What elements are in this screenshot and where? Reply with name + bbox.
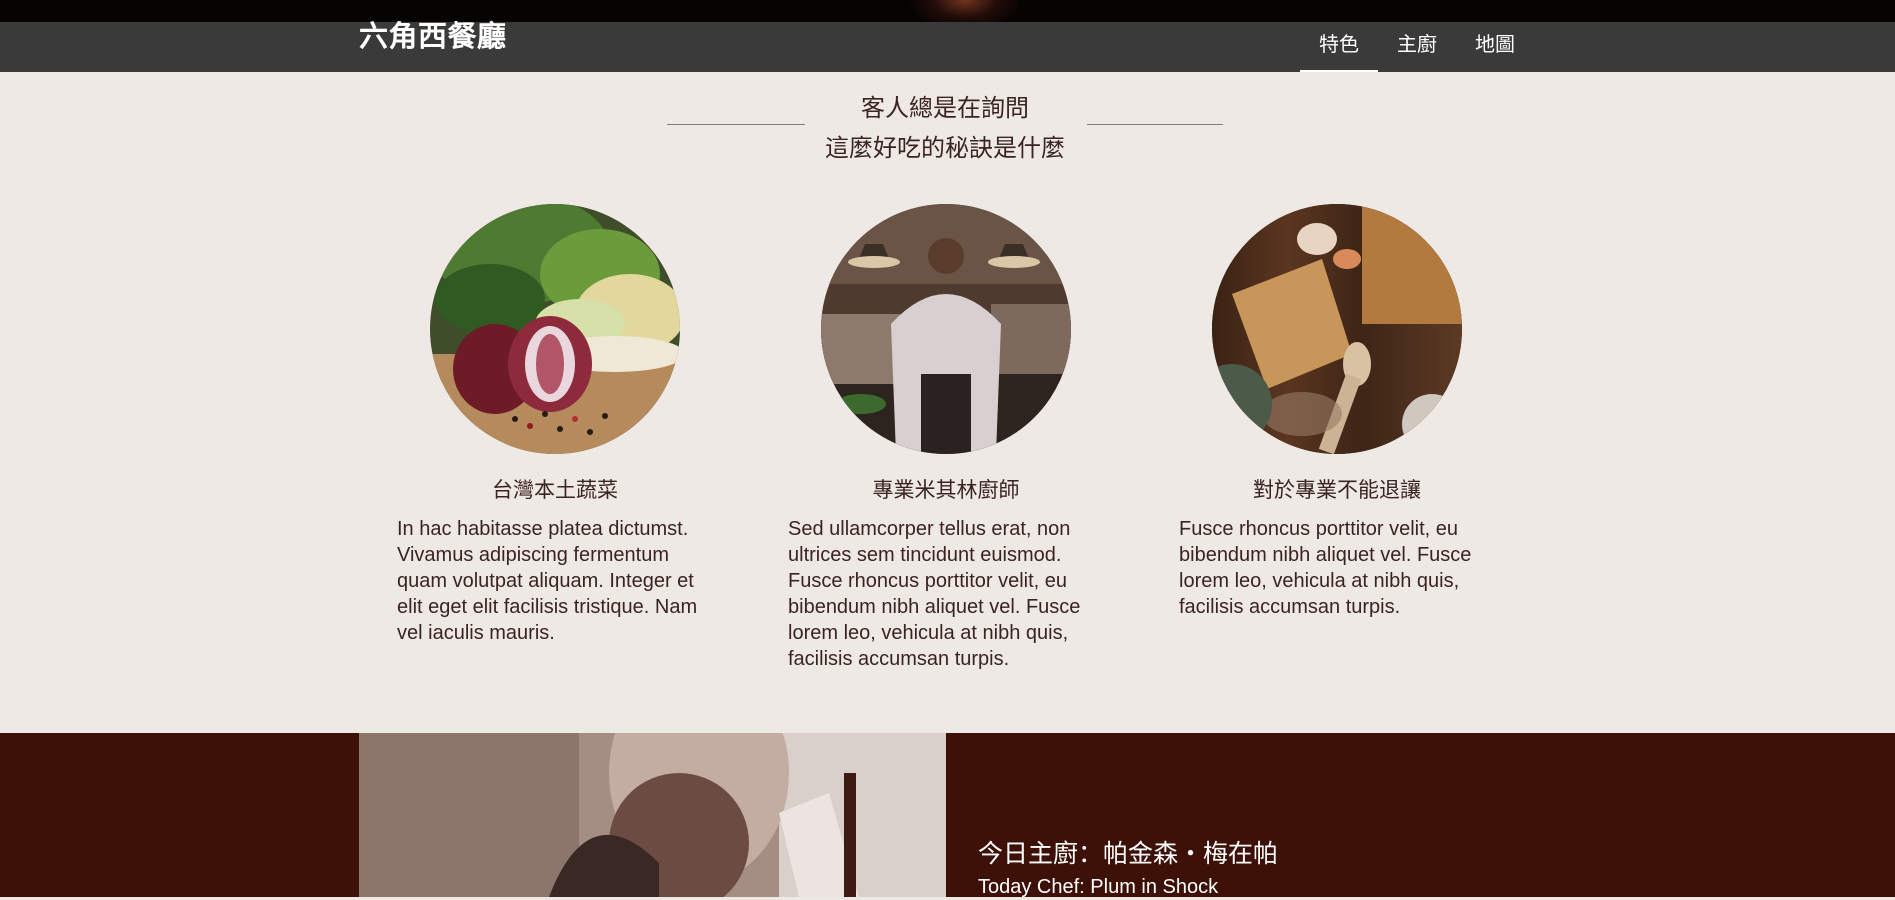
heading-line-1: 客人總是在詢問 bbox=[861, 94, 1029, 122]
nav-item-chef[interactable]: 主廚 bbox=[1378, 22, 1456, 72]
chef-section bbox=[0, 733, 1895, 897]
heading-line-2: 這麼好吃的秘訣是什麼 bbox=[825, 134, 1065, 162]
feature-image-chef bbox=[821, 204, 1071, 454]
feature-title-3: 對於專業不能退讓 bbox=[1253, 478, 1421, 502]
chef-photo bbox=[359, 733, 946, 897]
ingredients-illustration bbox=[1212, 204, 1462, 454]
nav-item-features[interactable]: 特色 bbox=[1300, 22, 1378, 72]
feature-text-2: Sed ullamcorper tellus erat, non ultrice… bbox=[788, 518, 1081, 670]
banner-glow bbox=[910, 0, 1020, 22]
feature-title-2: 專業米其林廚師 bbox=[872, 478, 1020, 502]
vegetables-illustration bbox=[430, 204, 680, 454]
chef-portrait-illustration bbox=[359, 733, 946, 897]
feature-title-1: 台灣本土蔬菜 bbox=[492, 478, 618, 502]
feature-text-3: Fusce rhoncus porttitor velit, eu bibend… bbox=[1179, 518, 1472, 618]
nav-item-map[interactable]: 地圖 bbox=[1456, 22, 1534, 72]
section-heading: 客人總是在詢問 這麼好吃的秘訣是什麼 bbox=[667, 88, 1223, 168]
chef-kitchen-illustration bbox=[821, 204, 1071, 454]
feature-text-1: In hac habitasse platea dictumst. Vivamu… bbox=[397, 518, 698, 644]
chef-title: 今日主廚：帕金森・梅在帕 bbox=[978, 839, 1279, 868]
brand-logo[interactable]: 六角西餐廳 bbox=[359, 14, 507, 58]
chef-subtitle: Today Chef: Plum in Shock bbox=[978, 876, 1219, 898]
feature-image-ingredients bbox=[1212, 204, 1462, 454]
main-nav: 特色 主廚 地圖 bbox=[1300, 22, 1534, 72]
feature-image-vegetables bbox=[430, 204, 680, 454]
top-banner-strip bbox=[0, 0, 1895, 22]
navbar bbox=[0, 22, 1895, 72]
